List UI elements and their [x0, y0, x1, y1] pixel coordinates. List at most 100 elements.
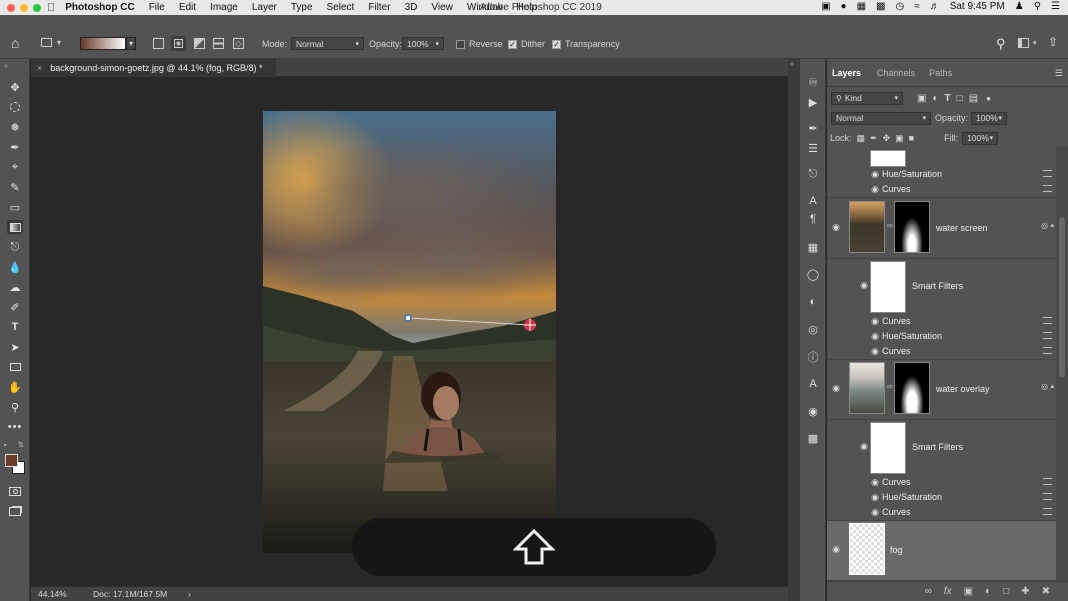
navigator-icon[interactable]: ◉ [806, 404, 820, 418]
actions-play-icon[interactable]: ▶ [806, 95, 820, 109]
document-tab[interactable]: × background-simon-goetz.jpg @ 44.1% (fo… [31, 59, 276, 77]
filter-row[interactable]: ◉ Curves [827, 182, 1056, 198]
learn-lightbulb-icon[interactable]: ◯ [806, 267, 820, 281]
healing-brush-tool-icon[interactable]: ▭ [7, 200, 23, 214]
filter-options-icon[interactable] [1043, 478, 1052, 485]
link-icon[interactable]: ∞ [887, 382, 893, 391]
marquee-tool-icon[interactable] [7, 100, 23, 114]
angle-gradient-button[interactable] [194, 38, 205, 49]
libraries-icon[interactable]: ◎ [806, 322, 820, 336]
panel-menu-icon[interactable]: ☰ [1055, 68, 1063, 79]
collapse-toolbox-icon[interactable]: « [4, 63, 8, 70]
move-tool-icon[interactable]: ✥ [7, 80, 23, 94]
smudge-tool-icon[interactable]: ☁ [7, 280, 23, 294]
lock-artboard-icon[interactable]: ▣ [895, 133, 904, 144]
eye-icon[interactable]: ◉ [831, 544, 841, 554]
home-icon[interactable]: ⌂ [11, 35, 19, 51]
hand-tool-icon[interactable]: ✋ [7, 380, 23, 394]
path-selection-tool-icon[interactable]: ➤ [7, 340, 23, 354]
history-icon[interactable]: ♾ [806, 75, 820, 89]
filter-row[interactable]: ◉ Hue/Saturation [827, 167, 1056, 182]
menu-filter[interactable]: Filter [368, 2, 390, 13]
more-tools-icon[interactable]: ••• [7, 420, 23, 434]
filter-options-icon[interactable] [1043, 332, 1052, 339]
gradient-start-handle[interactable] [404, 314, 412, 322]
layer-water-screen[interactable]: ◉ ∞ water screen ◎ ▴ [827, 199, 1056, 259]
layer-mask-thumbnail[interactable] [894, 362, 930, 414]
close-tab-icon[interactable]: × [37, 63, 42, 73]
link-icon[interactable]: ∞ [887, 221, 893, 230]
new-group-folder-icon[interactable]: □ [1003, 586, 1009, 597]
smart-filters-row[interactable]: ◉ Smart Filters [827, 420, 1056, 476]
eye-icon[interactable]: ◉ [859, 280, 869, 290]
gradient-swatch-picker[interactable]: ▾ [80, 37, 136, 50]
new-adjustment-layer-icon[interactable]: ◐ [985, 586, 991, 597]
spotlight-search-icon[interactable]: ⚲ [1034, 1, 1041, 12]
dropbox-icon[interactable]: ▦ [857, 1, 866, 12]
eye-icon[interactable]: ◉ [870, 477, 880, 487]
filter-row[interactable]: ◉ Curves [827, 314, 1056, 329]
type-filter-icon[interactable]: T [945, 93, 951, 104]
eyedropper-tool-icon[interactable]: ✎ [7, 180, 23, 194]
menu-file[interactable]: File [149, 2, 165, 13]
kind-filter-select[interactable]: ⚲ Kind ▾ [831, 91, 903, 105]
layer-mask-thumbnail[interactable] [894, 201, 930, 253]
tab-paths[interactable]: Paths [924, 63, 957, 83]
filter-row[interactable]: ◉ Curves [827, 344, 1056, 360]
layer-style-fx-icon[interactable]: fx [944, 586, 952, 597]
notification-list-icon[interactable]: ☰ [1051, 1, 1060, 12]
filter-options-icon[interactable] [1043, 508, 1052, 515]
filter-options-icon[interactable] [1043, 185, 1052, 192]
foreground-color-swatch[interactable] [5, 454, 18, 467]
gradient-end-crosshair[interactable] [524, 319, 536, 331]
swatches-icon[interactable]: ▩ [806, 431, 820, 445]
brush-settings-icon[interactable]: ✒ [806, 121, 820, 135]
collapse-panels-icon[interactable]: » [790, 61, 794, 68]
filter-row[interactable]: ◉ Hue/Saturation [827, 490, 1056, 505]
clone-source-icon[interactable]: ⎋ [806, 167, 820, 181]
mode-select[interactable]: Normal ▾ [291, 37, 364, 50]
eye-icon[interactable]: ◉ [870, 316, 880, 326]
search-icon[interactable]: ⚲ [996, 36, 1006, 52]
glyphs-table-icon[interactable]: ▦ [806, 240, 820, 254]
document-size-info[interactable]: Doc: 17.1M/167.5M [93, 589, 188, 599]
quick-mask-icon[interactable] [7, 484, 23, 498]
menu-layer[interactable]: Layer [252, 2, 277, 13]
quick-selection-tool-icon[interactable]: ✒ [7, 140, 23, 154]
status-menu-arrow[interactable]: › [188, 589, 191, 599]
app-menu[interactable]: Photoshop CC [65, 2, 134, 13]
apple-icon[interactable]:  [47, 2, 55, 14]
creative-cloud-icon[interactable]: ● [841, 1, 847, 12]
layer-water-overlay[interactable]: ◉ ∞ water overlay ◎ ▴ [827, 360, 1056, 420]
pen-tool-icon[interactable]: ✐ [7, 300, 23, 314]
layers-list[interactable]: ◉ Hue/Saturation ◉ Curves ◉ ∞ water scre… [827, 147, 1056, 581]
volume-icon[interactable]: ♬ [930, 1, 940, 12]
wifi-icon[interactable]: ≈ [914, 1, 920, 12]
stamp-tool-icon[interactable]: ⎋ [7, 240, 23, 254]
default-colors-icon[interactable]: ▪ [4, 442, 6, 449]
gradient-tool-icon[interactable] [7, 220, 23, 234]
zoom-tool-icon[interactable]: ⚲ [7, 400, 23, 414]
chevron-up-icon[interactable]: ▴ [1050, 221, 1054, 229]
diamond-gradient-button[interactable]: ◇ [233, 38, 244, 49]
opacity-field[interactable]: 100% ▾ [402, 37, 444, 50]
delete-layer-trash-icon[interactable]: ✖ [1042, 586, 1050, 597]
smart-object-filter-icon[interactable]: ▤ [969, 93, 978, 104]
zoom-level[interactable]: 44.14% [38, 589, 93, 599]
eye-icon[interactable]: ◉ [870, 346, 880, 356]
filter-row[interactable]: ◉ Hue/Saturation [827, 329, 1056, 344]
filter-options-icon[interactable] [1043, 347, 1052, 354]
lock-pixels-icon[interactable]: ✒ [870, 133, 878, 144]
layer-name[interactable]: water screen [936, 223, 988, 233]
pixel-filter-icon[interactable]: ▣ [917, 93, 926, 104]
workspace-switcher[interactable]: ▾ [1018, 38, 1037, 48]
filter-row[interactable]: ◉ Curves [827, 475, 1056, 490]
new-layer-icon[interactable]: ✚ [1021, 586, 1029, 597]
minimize-window-button[interactable] [20, 3, 28, 12]
adjustments-icon[interactable]: ◐ [806, 295, 820, 309]
properties-icon[interactable]: A [806, 377, 820, 391]
layer-name[interactable]: water overlay [936, 384, 990, 394]
lock-position-icon[interactable]: ✥ [883, 133, 891, 144]
lasso-tool-icon[interactable]: ❅ [7, 120, 23, 134]
fill-field[interactable]: 100% ▾ [962, 131, 999, 145]
